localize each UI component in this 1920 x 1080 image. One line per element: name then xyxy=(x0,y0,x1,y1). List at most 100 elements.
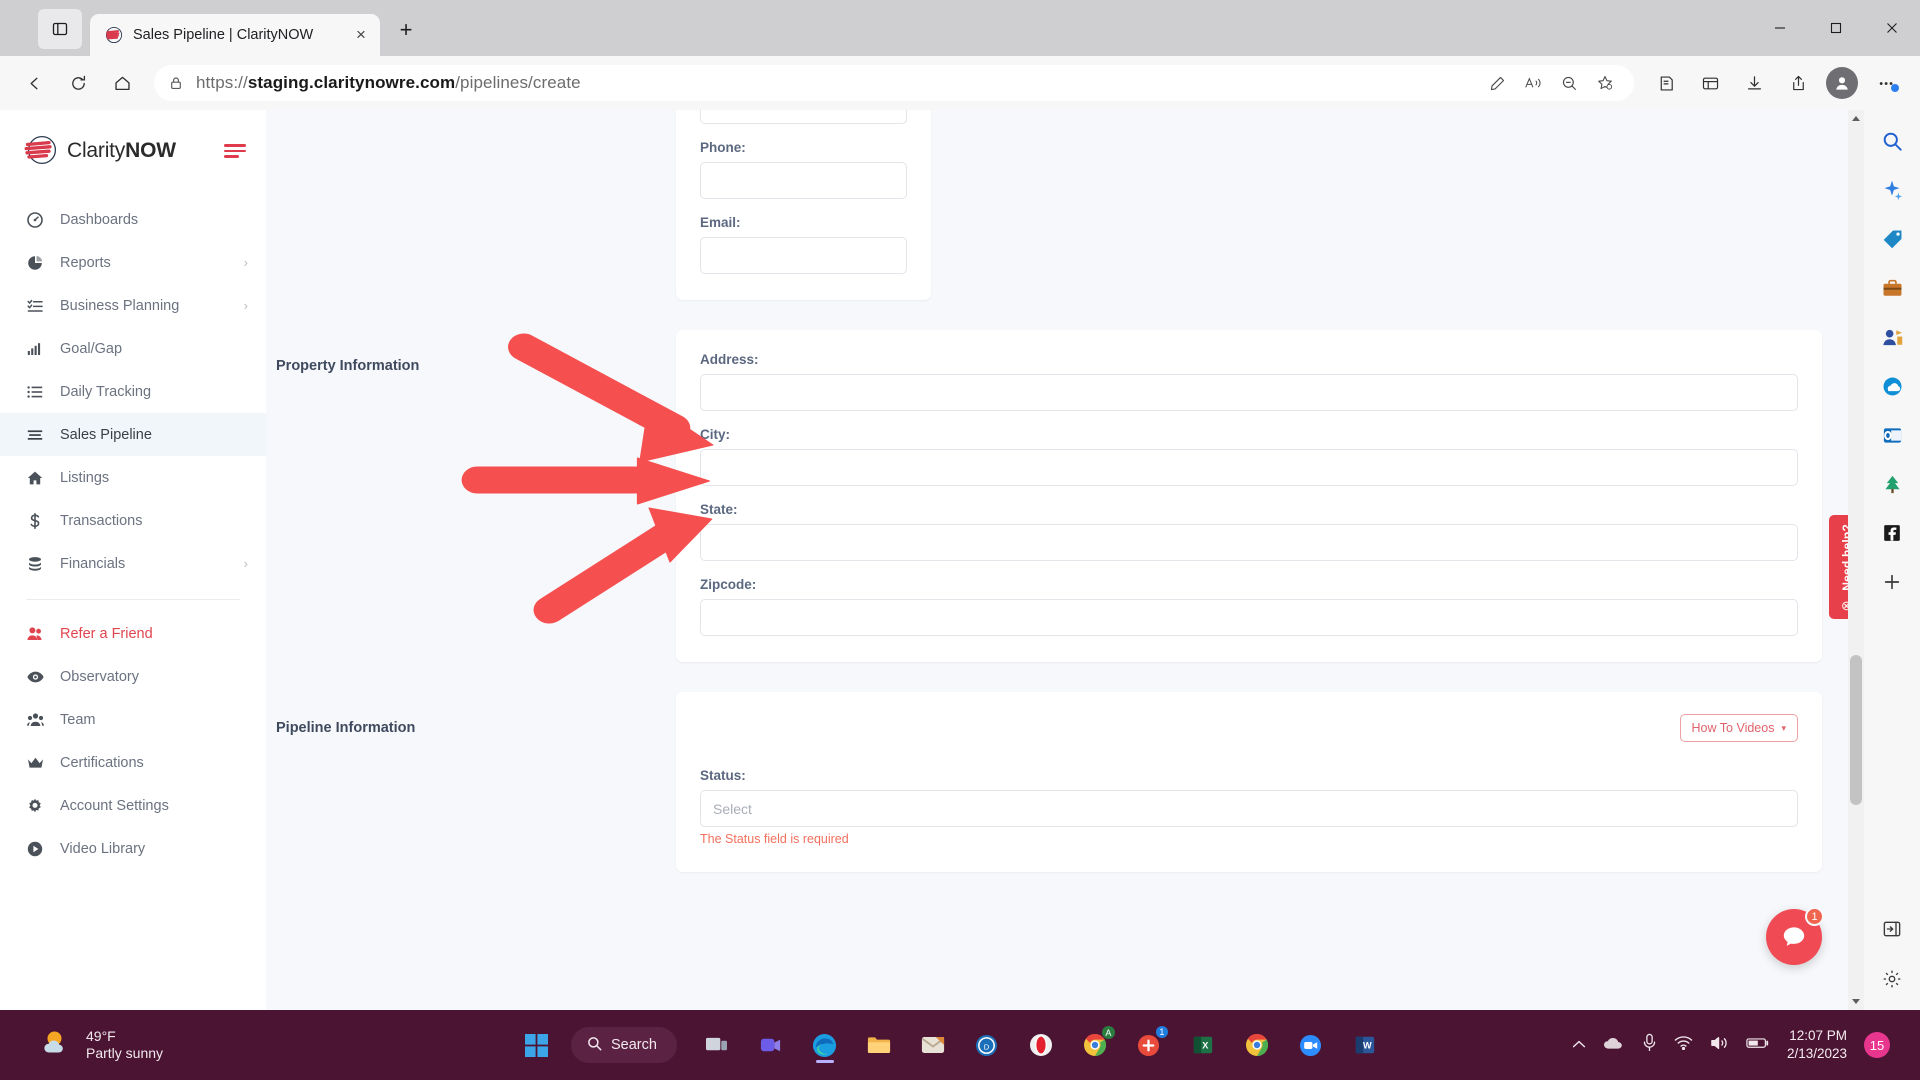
sidebar-item-listings[interactable]: Listings xyxy=(0,456,266,499)
onedrive-icon[interactable] xyxy=(1875,369,1909,403)
sidebar-item-refer-a-friend[interactable]: Refer a Friend xyxy=(0,612,266,655)
sidebar-toggle-icon[interactable] xyxy=(224,144,246,158)
profile-avatar[interactable] xyxy=(1820,63,1864,103)
zipcode-input[interactable] xyxy=(700,599,1798,636)
contact-information-section: Phone: Email: xyxy=(266,110,1864,300)
battery-icon[interactable] xyxy=(1746,1036,1770,1055)
sidebar-item-reports[interactable]: Reports › xyxy=(0,241,266,284)
notification-badge[interactable]: 15 xyxy=(1864,1032,1890,1058)
chrome-beta-icon[interactable] xyxy=(1237,1025,1277,1065)
start-icon[interactable] xyxy=(517,1025,557,1065)
outlook-icon[interactable] xyxy=(1875,418,1909,452)
browser-side-rail xyxy=(1864,110,1920,1010)
sidebar-item-sales-pipeline[interactable]: Sales Pipeline xyxy=(0,413,266,456)
close-icon[interactable]: × xyxy=(348,22,374,48)
state-input[interactable] xyxy=(700,524,1798,561)
sidebar-item-business-planning[interactable]: Business Planning › xyxy=(0,284,266,327)
cloud-icon[interactable] xyxy=(1603,1035,1625,1055)
expand-rail-icon[interactable] xyxy=(1875,912,1909,946)
reload-icon[interactable] xyxy=(56,63,100,103)
opera-icon[interactable] xyxy=(1021,1025,1061,1065)
page-scrollbar[interactable] xyxy=(1848,110,1864,1010)
checklist-icon xyxy=(26,298,44,314)
scroll-down-icon[interactable] xyxy=(1848,992,1864,1010)
taskbar-search[interactable]: Search xyxy=(570,1027,677,1063)
microphone-icon[interactable] xyxy=(1642,1033,1657,1057)
name-input-partial[interactable] xyxy=(700,110,907,124)
new-tab-button[interactable]: + xyxy=(389,13,423,47)
chevron-right-icon: › xyxy=(243,255,248,270)
mail-icon[interactable] xyxy=(913,1025,953,1065)
file-explorer-icon[interactable] xyxy=(859,1025,899,1065)
sidebar-item-financials[interactable]: Financials › xyxy=(0,542,266,585)
sidebar-item-goal-gap[interactable]: Goal/Gap xyxy=(0,327,266,370)
weather-widget[interactable]: 49°F Partly sunny xyxy=(0,1028,330,1063)
browser-essentials-icon[interactable] xyxy=(1688,63,1732,103)
task-view-icon[interactable] xyxy=(697,1025,737,1065)
facebook-icon[interactable] xyxy=(1875,516,1909,550)
taskbar-clock[interactable]: 12:07 PM 2/13/2023 xyxy=(1787,1027,1847,1063)
email-input[interactable] xyxy=(700,237,907,274)
pen-icon[interactable] xyxy=(1480,68,1514,98)
sidebar-item-video-library[interactable]: Video Library xyxy=(0,827,266,870)
browser-tab[interactable]: Sales Pipeline | ClarityNOW × xyxy=(90,14,380,56)
scroll-up-icon[interactable] xyxy=(1848,110,1864,128)
volume-icon[interactable] xyxy=(1710,1035,1729,1056)
sidebar-item-team[interactable]: Team xyxy=(0,698,266,741)
excel-icon[interactable]: X xyxy=(1183,1025,1223,1065)
teams-icon[interactable] xyxy=(751,1025,791,1065)
settings-more-icon[interactable] xyxy=(1864,63,1908,103)
edge-icon[interactable] xyxy=(805,1025,845,1065)
back-icon[interactable] xyxy=(12,63,56,103)
chat-widget-button[interactable]: 1 xyxy=(1766,907,1824,965)
favorites-star-icon[interactable] xyxy=(1588,68,1622,98)
home-icon[interactable] xyxy=(100,63,144,103)
add-site-icon[interactable] xyxy=(1875,565,1909,599)
zoom-out-icon[interactable] xyxy=(1552,68,1586,98)
status-select[interactable] xyxy=(700,790,1798,827)
sidebar-item-label: Observatory xyxy=(60,668,139,685)
dell-icon[interactable]: D xyxy=(967,1025,1007,1065)
briefcase-icon[interactable] xyxy=(1875,271,1909,305)
shopping-tag-icon[interactable] xyxy=(1875,222,1909,256)
phone-input[interactable] xyxy=(700,162,907,199)
minimize-button[interactable] xyxy=(1752,4,1808,52)
sidebar-item-observatory[interactable]: Observatory xyxy=(0,655,266,698)
maximize-button[interactable] xyxy=(1808,4,1864,52)
coins-icon xyxy=(26,556,44,572)
collections-icon[interactable] xyxy=(1644,63,1688,103)
state-label: State: xyxy=(700,502,738,517)
word-icon[interactable]: W xyxy=(1345,1025,1385,1065)
sidebar-item-account-settings[interactable]: Account Settings xyxy=(0,784,266,827)
tab-actions-button[interactable] xyxy=(38,9,82,49)
status-error-message: The Status field is required xyxy=(700,832,849,846)
city-input[interactable] xyxy=(700,449,1798,486)
slack-icon[interactable]: 1 xyxy=(1129,1025,1169,1065)
tray-chevron-up-icon[interactable] xyxy=(1572,1036,1586,1054)
contacts-icon[interactable] xyxy=(1875,320,1909,354)
sidebar-item-dashboards[interactable]: Dashboards xyxy=(0,198,266,241)
sidebar-item-certifications[interactable]: Certifications xyxy=(0,741,266,784)
scrollbar-thumb[interactable] xyxy=(1850,655,1862,805)
rail-settings-gear-icon[interactable] xyxy=(1875,962,1909,996)
close-window-button[interactable] xyxy=(1864,4,1920,52)
chevron-down-icon: ▾ xyxy=(1781,722,1786,733)
how-to-videos-label: How To Videos xyxy=(1691,721,1775,735)
downloads-icon[interactable] xyxy=(1732,63,1776,103)
sidebar-item-daily-tracking[interactable]: Daily Tracking xyxy=(0,370,266,413)
search-icon[interactable] xyxy=(1875,124,1909,158)
pipeline-information-section: Pipeline Information How To Videos ▾ Sta… xyxy=(266,692,1864,872)
chrome-icon[interactable]: A xyxy=(1075,1025,1115,1065)
wifi-icon[interactable] xyxy=(1674,1035,1693,1055)
share-icon[interactable] xyxy=(1776,63,1820,103)
tree-icon[interactable] xyxy=(1875,467,1909,501)
sidebar-item-label: Account Settings xyxy=(60,797,169,814)
hamburger-lines-icon xyxy=(26,427,44,443)
zoom-icon[interactable] xyxy=(1291,1025,1331,1065)
how-to-videos-button[interactable]: How To Videos ▾ xyxy=(1679,714,1798,742)
address-input[interactable] xyxy=(700,374,1798,411)
address-bar[interactable]: https://staging.claritynowre.com/pipelin… xyxy=(154,65,1634,101)
sidebar-item-transactions[interactable]: Transactions xyxy=(0,499,266,542)
copilot-icon[interactable] xyxy=(1875,173,1909,207)
read-aloud-icon[interactable] xyxy=(1516,68,1550,98)
